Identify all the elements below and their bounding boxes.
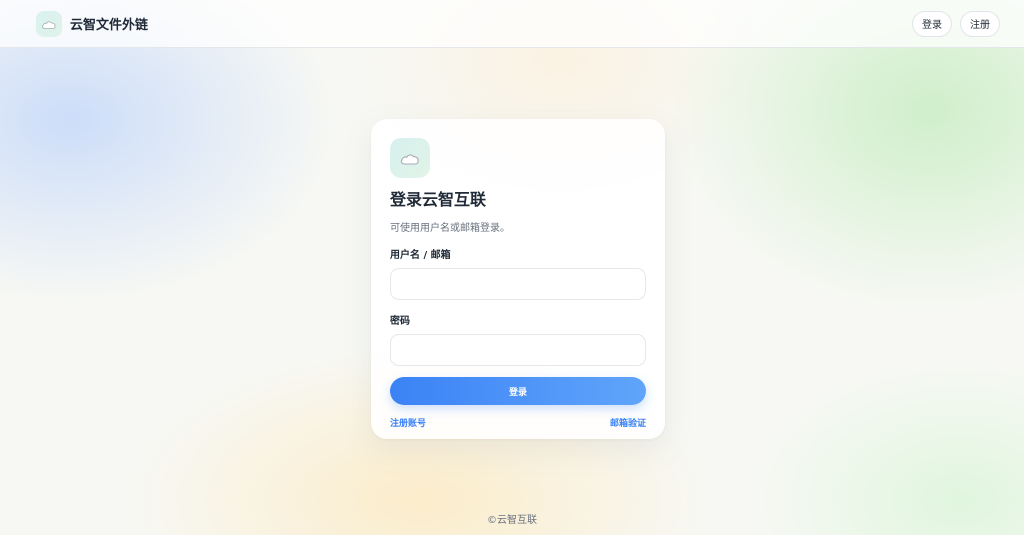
header-nav: 登录 注册	[912, 10, 1000, 37]
username-label: 用户名 / 邮箱	[390, 250, 451, 261]
page-title: 登录云智互联	[390, 190, 487, 209]
register-account-link[interactable]: 注册账号	[390, 416, 426, 429]
card-links: 注册账号 邮箱验证	[390, 416, 646, 429]
email-verify-link[interactable]: 邮箱验证	[610, 416, 646, 429]
username-input[interactable]	[390, 268, 646, 300]
login-card: 登录云智互联 可使用用户名或邮箱登录。 用户名 / 邮箱 密码 登录 注册账号 …	[371, 119, 665, 439]
header-login-button[interactable]: 登录	[912, 10, 952, 37]
password-input[interactable]	[390, 334, 646, 366]
brand-name: 云智文件外链	[70, 18, 149, 33]
cloud-icon	[36, 10, 62, 37]
login-submit-button[interactable]: 登录	[390, 377, 646, 405]
brand[interactable]: 云智文件外链	[36, 10, 149, 37]
top-navbar: 云智文件外链 登录 注册	[0, 0, 1024, 48]
header-register-button[interactable]: 注册	[960, 10, 1000, 37]
cloud-icon	[390, 138, 430, 178]
login-subtitle: 可使用用户名或邮箱登录。	[390, 223, 510, 234]
footer-copyright: ©云智互联	[487, 515, 537, 526]
password-label: 密码	[390, 316, 410, 327]
